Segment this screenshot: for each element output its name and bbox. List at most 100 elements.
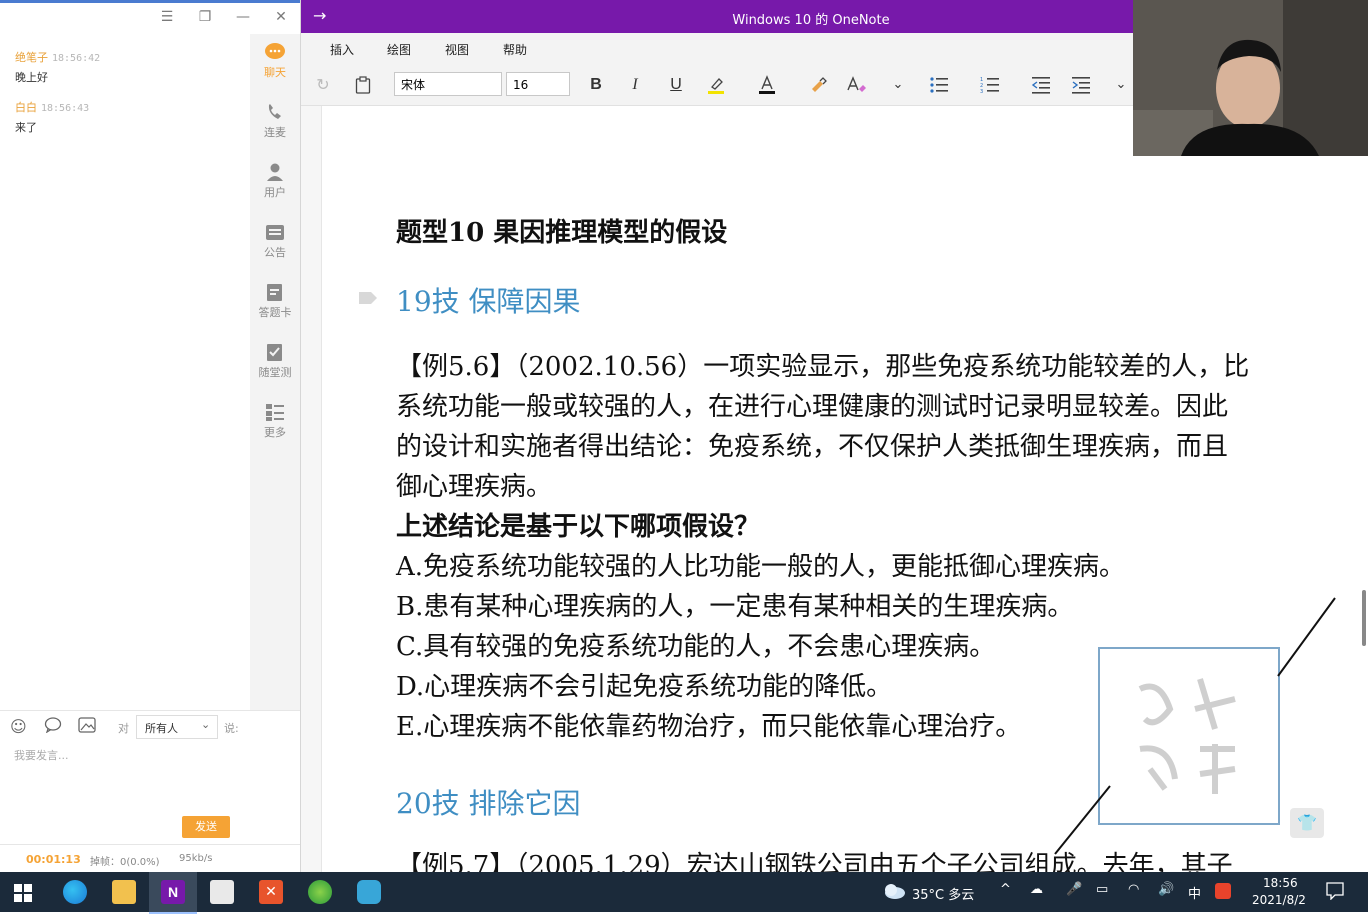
clipboard-icon[interactable] [351,73,375,97]
edge-icon[interactable] [63,880,87,904]
more-icon [264,402,286,422]
sidebar-item-notice[interactable]: 公告 [250,222,300,260]
bullet-list-icon[interactable] [927,73,951,97]
battery-icon[interactable]: ▭ [1096,882,1108,897]
file-explorer-icon[interactable] [112,880,136,904]
underline-button[interactable]: U [664,73,688,97]
paragraph-line: 御心理疾病。 [396,472,553,502]
phone-icon [264,102,286,122]
sidebar-item-label: 随堂测 [258,366,292,379]
section-heading: 19技 保障因果 [396,285,581,318]
microphone-icon[interactable]: 🎤 [1066,882,1082,897]
highlight-icon[interactable] [704,73,728,97]
chat-message-list[interactable]: 绝笔子 18:56:42 晚上好 白白 18:56:43 来了 [0,34,250,710]
decrease-indent-icon[interactable] [1029,73,1053,97]
onenote-icon[interactable]: N [161,880,185,904]
network-speed: 95kb/s [179,853,213,864]
chevron-down-icon[interactable]: ⌄ [886,73,910,97]
chat-titlebar [0,0,300,35]
clock-time[interactable]: 18:56 [1263,876,1298,890]
restore-icon[interactable]: ❐ [194,8,216,26]
browser-icon[interactable] [308,880,332,904]
menu-draw[interactable]: 绘图 [387,41,411,58]
windows-taskbar: N ✕ 35°C 多云 ^ ☁ 🎤 ▭ ◠ 🔊 中 18:56 2021/8/2 [0,872,1368,914]
numbered-list-icon[interactable]: 123 [978,73,1002,97]
chat-message: 白白 18:56:43 来了 [15,96,89,135]
sidebar-item-chat[interactable]: 聊天 [250,42,300,80]
menu-insert[interactable]: 插入 [330,41,354,58]
sidebar-item-label: 连麦 [264,126,286,139]
paragraph-line: 【例5.6】（2002.10.56）一项实验显示，那些免疫系统功能较差的人，比 [396,352,1250,382]
input-method-icon[interactable] [1215,883,1231,899]
format-painter-icon[interactable] [806,73,830,97]
section-heading: 20技 排除它因 [396,787,581,820]
notification-icon[interactable] [1326,882,1344,904]
chevron-down-icon[interactable]: ⌄ [1109,73,1133,97]
menu-icon[interactable]: ☰ [156,8,178,26]
volume-icon[interactable]: 🔊 [1158,882,1174,897]
message-time: 18:56:43 [41,103,90,114]
font-name-input[interactable]: 宋体 [394,72,502,96]
sidebar-item-users[interactable]: 用户 [250,162,300,200]
weather-icon[interactable] [882,882,906,904]
bubble-icon[interactable] [44,717,62,737]
stream-timer: 00:01:13 [26,853,81,866]
to-label: 对 [118,722,129,735]
sidebar-item-label: 答题卡 [258,306,292,319]
sidebar-item-label: 聊天 [264,66,286,79]
windows-start-icon[interactable] [14,884,32,906]
wifi-icon[interactable]: ◠ [1128,882,1139,897]
chat-titlebar-accent [0,0,300,3]
menu-help[interactable]: 帮助 [503,41,527,58]
sidebar-item-label: 用户 [264,186,286,199]
minimize-icon[interactable]: — [232,8,254,26]
slides-icon[interactable] [210,880,234,904]
italic-button[interactable]: I [623,73,647,97]
font-color-icon[interactable] [755,73,779,97]
chat-input[interactable]: 我要发言... [14,747,284,807]
recipient-value: 所有人 [145,722,178,735]
chevron-up-icon[interactable]: ^ [1000,882,1011,897]
page-scrollbar[interactable] [1362,590,1366,646]
chat-icon [264,42,286,62]
quiz-icon [264,342,286,362]
option-a: A.免疫系统功能较强的人比功能一般的人，更能抵御心理疾病。 [396,552,1126,582]
message-author: 白白 [15,101,37,114]
chevron-down-icon: ⌄ [201,718,211,731]
font-size-input[interactable]: 16 [506,72,570,96]
close-icon[interactable]: ✕ [270,8,292,26]
menu-view[interactable]: 视图 [445,41,469,58]
sidebar-item-quiz[interactable]: 随堂测 [250,342,300,380]
paragraph-line: 的设计和实施者得出结论：免疫系统，不仅保护人类抵御生理疾病，而且 [396,432,1229,462]
onenote-titlebar: → Windows 10 的 OneNote [301,0,1133,33]
sidebar-item-label: 更多 [264,426,286,439]
stream-status-bar: 00:01:13 掉帧：0(0.0%) 95kb/s [0,844,300,873]
increase-indent-icon[interactable] [1069,73,1093,97]
bold-button[interactable]: B [584,73,608,97]
question-line: 上述结论是基于以下哪项假设？ [396,512,761,542]
ime-indicator[interactable]: 中 [1188,883,1201,902]
paragraph-line: 系统功能一般或较强的人，在进行心理健康的测试时记录明显较差。因此 [396,392,1229,422]
send-button[interactable]: 发送 [182,816,230,838]
weather-text[interactable]: 35°C 多云 [912,884,974,903]
message-text: 来了 [15,121,37,134]
cloud-meeting-icon[interactable] [357,880,381,904]
sidebar-item-answer-card[interactable]: 答题卡 [250,282,300,320]
onenote-menu-bar: 插入 绘图 视图 帮助 [301,33,1133,63]
clear-format-icon[interactable] [845,73,869,97]
redo-icon[interactable]: ↻ [311,73,335,97]
page-title: 题型10 果因推理模型的假设 [396,218,728,248]
tag-icon [358,290,378,310]
chat-input-area: ☺ 对 所有人 ⌄ 说: 我要发言... [0,710,300,845]
xmind-icon[interactable]: ✕ [259,880,283,904]
recipient-select[interactable]: 所有人 ⌄ [136,715,218,739]
sidebar-item-phone[interactable]: 连麦 [250,102,300,140]
sidebar-item-more[interactable]: 更多 [250,402,300,440]
answer-card-icon [264,282,286,302]
sidebar-item-label: 公告 [264,246,286,259]
cloud-icon[interactable]: ☁ [1030,882,1043,897]
image-icon[interactable] [78,717,96,737]
shirt-icon[interactable]: 👕 [1290,808,1324,838]
clock-date[interactable]: 2021/8/2 [1252,893,1306,907]
emoji-icon[interactable]: ☺ [10,717,27,736]
